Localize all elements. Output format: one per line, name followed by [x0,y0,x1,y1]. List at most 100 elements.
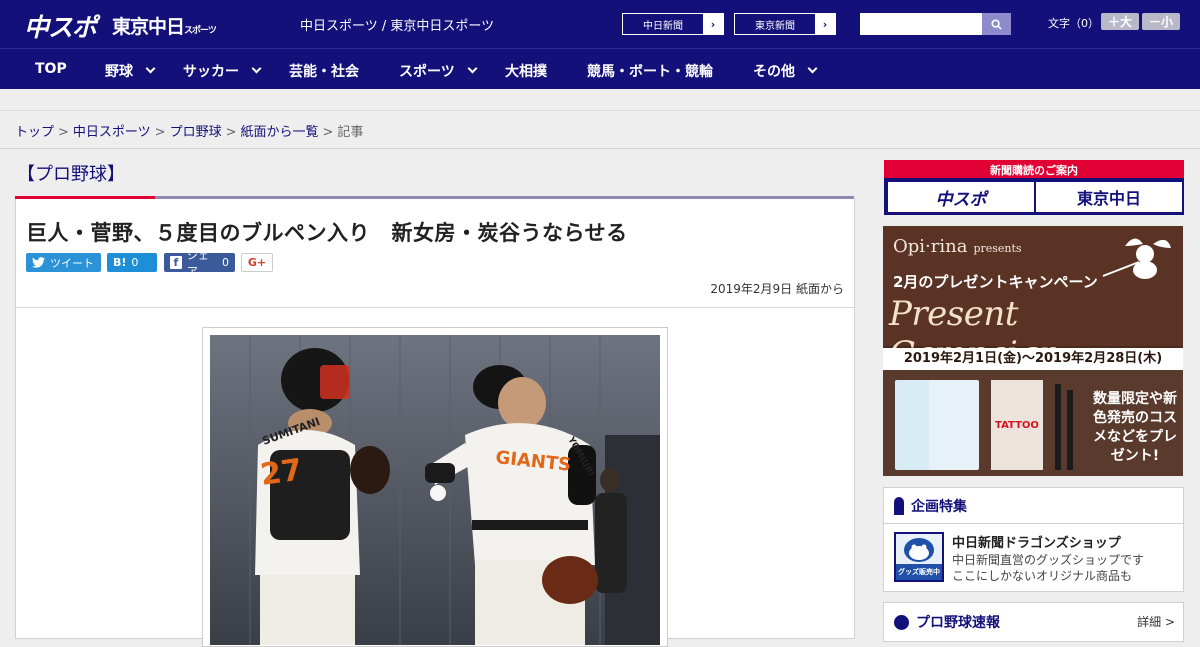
breadcrumb-top[interactable]: トップ [15,125,54,140]
hatena-count: 0 [131,256,139,269]
search-icon [991,18,1002,30]
site-title[interactable]: 中日スポーツ / 東京中日スポーツ [300,15,494,34]
nav-item-label: TOP [35,61,67,77]
logo-tokyo-suffix: スポーツ [184,26,217,36]
font-size-decrease-button[interactable]: －小 [1142,13,1180,30]
dragons-shop-description: 中日新聞直営のグッズショップです ここにしかないオリジナル商品も [952,552,1144,584]
nav-item-label: 芸能・社会 [289,64,359,80]
ad-tagline: 数量限定や新色発売のコスメなどをプレゼント! [1093,391,1177,464]
hatena-icon: B! [113,256,127,269]
logo-tokyo-text: 東京中日 [112,16,185,38]
ad-product-eyeliner [1055,384,1061,470]
ad-brand-name: Opi·rina [893,236,968,257]
ad-tattoo-label: TATTOO [995,420,1039,431]
breadcrumb-separator: > [225,125,237,140]
dragons-shop-link[interactable]: 中日新聞ドラゴンズショップ [952,532,1121,551]
nav-item-entertainment[interactable]: 芸能・社会 [289,61,359,81]
article-photo[interactable]: 27 SUMITANI GIANTS YOMIURI [210,335,660,645]
google-plus-button[interactable]: G+ [241,253,273,272]
header-spacer [0,89,1200,111]
article-photo-frame: 27 SUMITANI GIANTS YOMIURI [202,327,668,647]
catcher-jersey-number: 27 [258,452,304,492]
font-size-label: 文字（0） [1048,17,1099,30]
breadcrumb-separator: > [322,125,334,140]
special-features-title: 企画特集 [911,498,967,515]
baseball-scores-detail-link[interactable]: 詳細 > [1137,613,1175,630]
chevron-down-icon [251,63,262,74]
shop-badge-label: グッズ販売中 [896,564,942,580]
breadcrumb: トップ > 中日スポーツ > プロ野球 > 紙面から一覧 > 記事 [15,121,363,140]
shop-desc-line: 中日新聞直営のグッズショップです [952,553,1145,567]
ad-products-area: TATTOO 数量限定や新色発売のコスメなどをプレゼント! [883,370,1183,476]
article-divider [16,307,854,308]
ext-link-label: 東京新聞 [755,20,795,32]
twitter-bird-icon [32,257,45,268]
search-button[interactable] [982,13,1011,35]
tokyo-shimbun-link[interactable]: 東京新聞 › [734,13,836,35]
facebook-share-count: 0 [222,256,229,269]
advertisement-banner[interactable]: Opi·rina presents 2月のプレゼントキャンペーン Present … [883,226,1183,476]
nav-item-other[interactable]: その他 [753,61,818,81]
breadcrumb-divider [0,148,1200,149]
ext-link-label: 中日新聞 [643,20,683,32]
search-input[interactable] [860,13,982,35]
chevron-down-icon [807,63,818,74]
hatena-bookmark-button[interactable]: B! 0 [107,253,157,272]
subscribe-tokyo-chunichi-tile[interactable]: 東京中日 [1036,182,1182,212]
chevron-right-icon: › [703,14,723,34]
logo-chunichi-sports[interactable]: 中スポ [24,8,97,44]
nav-item-label: その他 [753,64,795,80]
dragons-mascot-icon [896,534,942,564]
ad-presents: presents [973,242,1022,255]
tweet-label: ツイート [50,256,94,270]
nav-item-sports[interactable]: スポーツ [399,61,478,81]
breadcrumb-pro-baseball[interactable]: プロ野球 [170,125,222,140]
font-size-increase-button[interactable]: ＋大 [1101,13,1139,30]
logo-tokyo-chunichi[interactable]: 東京中日スポーツ [112,12,217,39]
nav-item-label: 競馬・ボート・競輪 [587,64,713,80]
nav-item-soccer[interactable]: サッカー [183,61,262,81]
shop-desc-line: ここにしかないオリジナル商品も [952,569,1133,583]
ad-product-cleanser-2 [929,380,979,470]
nav-item-racing[interactable]: 競馬・ボート・競輪 [587,61,713,81]
baseball-scores-panel: プロ野球速報 詳細 > [883,602,1184,642]
ad-campaign-title: 2月のプレゼントキャンペーン [893,273,1098,291]
nav-item-label: 大相撲 [505,64,547,80]
breadcrumb-chunichi-sports[interactable]: 中日スポーツ [73,125,151,140]
tweet-button[interactable]: ツイート [26,253,101,272]
breadcrumb-separator: > [154,125,166,140]
ad-product-eyeliner-2 [1067,390,1073,470]
article-card: 巨人・菅野、５度目のブルペン入り 新女房・炭谷うならせる ツイート B! 0 f… [15,199,855,647]
nav-item-label: スポーツ [399,64,455,80]
article-dateline: 2019年2月9日 紙面から [710,282,844,296]
ad-brand: Opi·rina presents [893,236,1022,257]
baseball-scores-title: プロ野球速報 [916,615,1000,631]
subscription-banner-title: 新聞購読のご案内 [990,164,1078,177]
article-category[interactable]: 【プロ野球】 [17,160,125,186]
chunichi-shimbun-link[interactable]: 中日新聞 › [622,13,724,35]
special-features-panel: 企画特集 グッズ販売中 中日新聞ドラゴンズショップ 中日新聞直営のグッズショップ… [883,487,1184,592]
subscribe-chuspo-tile[interactable]: 中スポ [888,182,1034,212]
chevron-down-icon [467,63,478,74]
facebook-icon: f [170,256,182,269]
chevron-right-icon: › [815,14,835,34]
breadcrumb-paper-list[interactable]: 紙面から一覧 [241,125,319,140]
nav-item-baseball[interactable]: 野球 [105,61,156,81]
ad-campaign-dates: 2019年2月1日(金)～2019年2月28日(木) [883,348,1183,370]
facebook-share-button[interactable]: f シェア 0 [164,249,235,278]
nav-item-label: サッカー [183,64,239,80]
chevron-down-icon [145,63,156,74]
main-nav: TOP 野球 サッカー 芸能・社会 スポーツ 大相撲 競馬・ボート・競輪 その他 [0,48,1200,89]
ad-product-tattoo: TATTOO [991,380,1043,470]
dragons-shop-thumbnail[interactable]: グッズ販売中 [894,532,944,582]
article-photo-image: 27 SUMITANI GIANTS YOMIURI [210,335,660,645]
article-headline: 巨人・菅野、５度目のブルペン入り 新女房・炭谷うならせる [26,221,628,245]
cupid-icon [1102,238,1171,279]
breadcrumb-separator: > [58,125,69,140]
nav-item-sumo[interactable]: 大相撲 [505,61,547,81]
nav-item-top[interactable]: TOP [35,61,67,77]
baseball-scores-header: プロ野球速報 [894,612,1000,632]
special-features-header: 企画特集 [884,488,1183,524]
baseball-icon [894,614,909,630]
ribbon-icon [894,496,904,515]
